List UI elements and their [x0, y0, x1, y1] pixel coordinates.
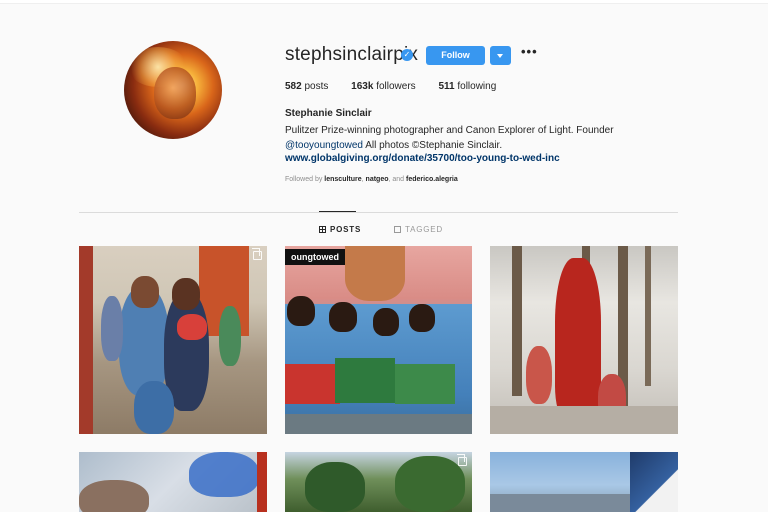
- posts-count: 582 posts: [285, 81, 329, 92]
- suggested-dropdown-button[interactable]: [490, 46, 511, 65]
- multiple-photos-icon: [457, 454, 467, 466]
- post-thumbnail[interactable]: [285, 452, 472, 512]
- profile-bio: Pulitzer Prize-winning photographer and …: [285, 123, 665, 153]
- followed-by-user[interactable]: federico.alegria: [406, 176, 458, 183]
- follow-button[interactable]: Follow: [426, 46, 485, 65]
- post-thumbnail[interactable]: [79, 246, 267, 434]
- more-options-icon[interactable]: •••: [521, 44, 538, 59]
- bio-text-rest: All photos ©Stephanie Sinclair.: [362, 140, 503, 151]
- followers-link[interactable]: 163k followers: [351, 81, 416, 92]
- post-overlay-text: oungtowed: [285, 249, 345, 265]
- profile-website-link[interactable]: www.globalgiving.org/donate/35700/too-yo…: [285, 153, 560, 164]
- post-thumbnail[interactable]: [79, 452, 267, 512]
- chevron-down-icon: [497, 54, 503, 58]
- active-tab-indicator: [319, 211, 356, 212]
- multiple-photos-icon: [252, 248, 262, 260]
- following-link[interactable]: 511 following: [438, 81, 496, 92]
- followed-by: Followed by lensculture, natgeo, and fed…: [285, 176, 458, 183]
- avatar-face: [154, 67, 196, 119]
- followed-by-user[interactable]: lensculture: [324, 176, 361, 183]
- verified-badge-icon: ✓: [401, 49, 413, 61]
- tab-posts[interactable]: POSTS: [319, 225, 361, 234]
- top-navbar-edge: [0, 0, 768, 4]
- profile-username: stephsinclairpix: [285, 44, 419, 65]
- tagged-icon: [394, 226, 401, 233]
- followed-by-user[interactable]: natgeo: [366, 176, 389, 183]
- bio-mention-link[interactable]: @tooyoungtowed: [285, 140, 363, 151]
- post-thumbnail[interactable]: oungtowed: [285, 246, 472, 434]
- bio-text: Pulitzer Prize-winning photographer and …: [285, 125, 614, 136]
- tab-tagged[interactable]: TAGGED: [394, 225, 443, 234]
- post-thumbnail[interactable]: [490, 246, 678, 434]
- profile-avatar[interactable]: [124, 41, 222, 139]
- grid-icon: [319, 226, 326, 233]
- profile-stats: 582 posts 163k followers 511 following: [285, 81, 516, 92]
- profile-full-name: Stephanie Sinclair: [285, 108, 372, 119]
- tabs-divider: [79, 212, 678, 213]
- post-thumbnail[interactable]: [490, 452, 678, 512]
